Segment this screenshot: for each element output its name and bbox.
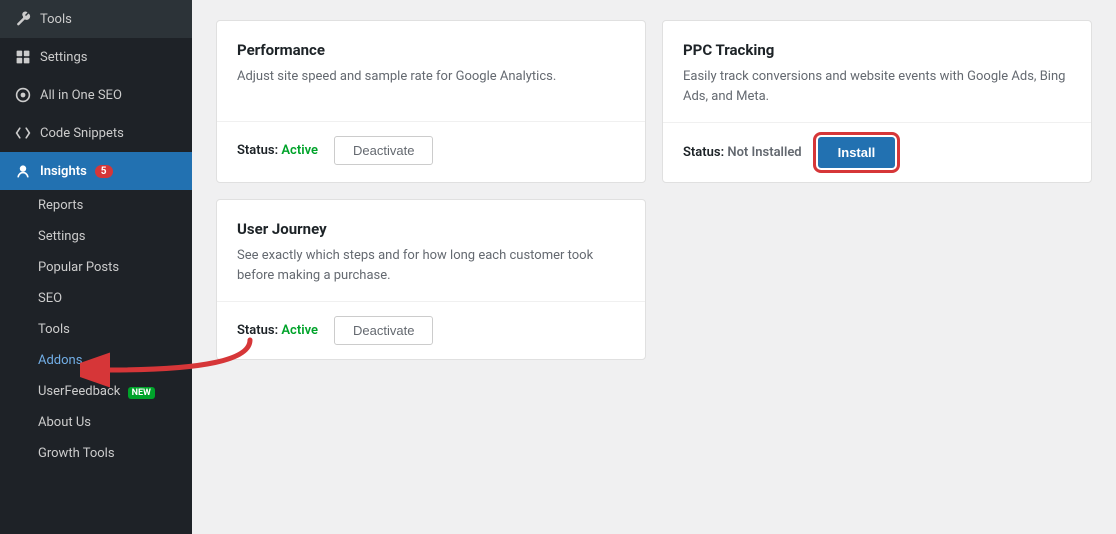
user-journey-card-body: User Journey See exactly which steps and… bbox=[217, 200, 645, 301]
insights-badge: 5 bbox=[95, 165, 113, 178]
submenu-item-tools[interactable]: Tools bbox=[0, 314, 192, 345]
performance-card-body: Performance Adjust site speed and sample… bbox=[217, 21, 645, 121]
performance-card-footer: Status: Active Deactivate bbox=[217, 121, 645, 179]
performance-card-desc: Adjust site speed and sample rate for Go… bbox=[237, 67, 625, 87]
user-journey-card-footer: Status: Active Deactivate bbox=[217, 301, 645, 359]
submenu-item-growth-tools[interactable]: Growth Tools bbox=[0, 438, 192, 469]
user-journey-card-desc: See exactly which steps and for how long… bbox=[237, 246, 625, 285]
sidebar-item-code-snippets[interactable]: Code Snippets bbox=[0, 114, 192, 152]
ppc-tracking-card-footer: Status: Not Installed Install bbox=[663, 122, 1091, 182]
submenu-item-settings[interactable]: Settings bbox=[0, 221, 192, 252]
sidebar-item-code-snippets-label: Code Snippets bbox=[40, 126, 124, 141]
performance-card: Performance Adjust site speed and sample… bbox=[216, 20, 646, 183]
performance-status-label: Status: Active bbox=[237, 143, 318, 158]
sidebar-item-settings-label: Settings bbox=[40, 50, 87, 65]
sidebar-item-aio-seo-label: All in One SEO bbox=[40, 88, 122, 103]
sidebar-item-aio-seo[interactable]: All in One SEO bbox=[0, 76, 192, 114]
main-content: Performance Adjust site speed and sample… bbox=[192, 0, 1116, 534]
aio-seo-icon bbox=[14, 86, 32, 104]
user-journey-card-title: User Journey bbox=[237, 220, 625, 238]
submenu-item-seo[interactable]: SEO bbox=[0, 283, 192, 314]
user-journey-status-value: Active bbox=[281, 323, 318, 338]
ppc-tracking-install-button[interactable]: Install bbox=[818, 137, 896, 168]
ppc-tracking-card: PPC Tracking Easily track conversions an… bbox=[662, 20, 1092, 183]
cards-grid: Performance Adjust site speed and sample… bbox=[216, 20, 1092, 360]
sidebar-item-tools-label: Tools bbox=[40, 12, 72, 27]
code-snippets-icon bbox=[14, 124, 32, 142]
submenu-item-userfeedback[interactable]: UserFeedback NEW bbox=[0, 376, 192, 407]
sidebar-item-tools[interactable]: Tools bbox=[0, 0, 192, 38]
sidebar-item-insights[interactable]: Insights 5 bbox=[0, 152, 192, 190]
performance-deactivate-button[interactable]: Deactivate bbox=[334, 136, 433, 165]
tools-icon bbox=[14, 10, 32, 28]
sidebar: Tools Settings All in One SEO bbox=[0, 0, 192, 534]
ppc-tracking-status-label: Status: Not Installed bbox=[683, 145, 802, 160]
performance-status-value: Active bbox=[281, 143, 318, 158]
insights-icon bbox=[14, 162, 32, 180]
submenu-item-addons[interactable]: Addons bbox=[0, 345, 192, 376]
user-journey-status-label: Status: Active bbox=[237, 323, 318, 338]
submenu-item-about-us[interactable]: About Us bbox=[0, 407, 192, 438]
sidebar-item-insights-label: Insights bbox=[40, 164, 87, 179]
ppc-tracking-card-desc: Easily track conversions and website eve… bbox=[683, 67, 1071, 106]
user-journey-deactivate-button[interactable]: Deactivate bbox=[334, 316, 433, 345]
ppc-tracking-status-value: Not Installed bbox=[727, 145, 801, 160]
submenu-item-popular-posts[interactable]: Popular Posts bbox=[0, 252, 192, 283]
ppc-tracking-card-title: PPC Tracking bbox=[683, 41, 1071, 59]
submenu-item-reports[interactable]: Reports bbox=[0, 190, 192, 221]
user-journey-card: User Journey See exactly which steps and… bbox=[216, 199, 646, 360]
settings-icon bbox=[14, 48, 32, 66]
ppc-tracking-card-body: PPC Tracking Easily track conversions an… bbox=[663, 21, 1091, 122]
insights-submenu: Reports Settings Popular Posts SEO Tools… bbox=[0, 190, 192, 469]
performance-card-title: Performance bbox=[237, 41, 625, 59]
new-badge: NEW bbox=[128, 387, 155, 399]
sidebar-item-settings[interactable]: Settings bbox=[0, 38, 192, 76]
